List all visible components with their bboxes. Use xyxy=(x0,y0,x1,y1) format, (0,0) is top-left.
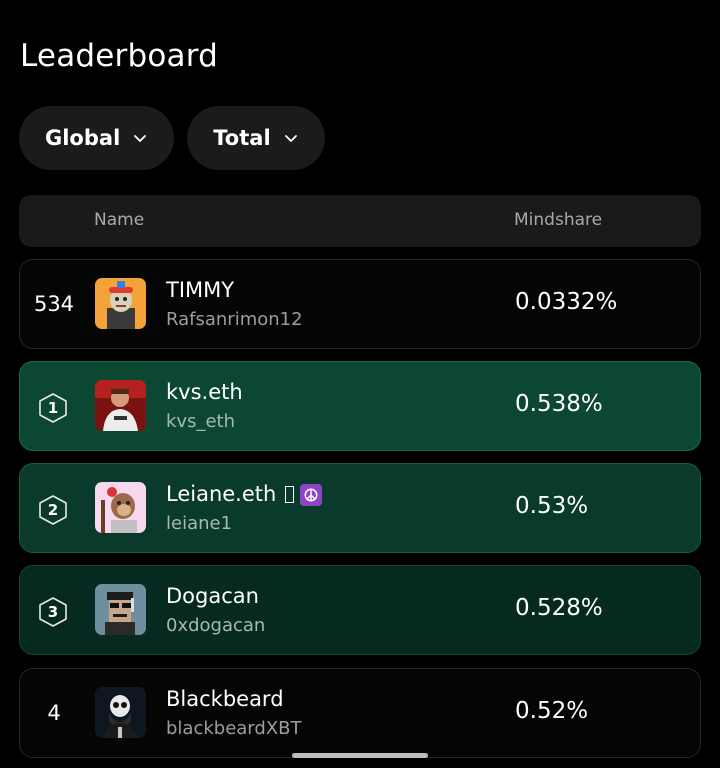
peace-icon xyxy=(300,484,323,506)
rank-badge: 1 xyxy=(37,392,69,424)
leaderboard-row[interactable]: 3 Dogacan 0xdogacan 0.528% xyxy=(19,565,701,655)
rank-badge: 2 xyxy=(37,494,69,526)
rank-number: 2 xyxy=(47,501,59,519)
mindshare-value: 0.53% xyxy=(515,493,589,519)
user-handle: kvs_eth xyxy=(166,411,235,432)
period-filter-dropdown[interactable]: Total xyxy=(187,106,325,170)
user-handle: blackbeardXBT xyxy=(166,718,302,739)
mindshare-value: 0.528% xyxy=(515,595,603,621)
avatar[interactable] xyxy=(95,584,146,635)
user-name: kvs.eth xyxy=(166,380,243,404)
avatar[interactable] xyxy=(95,380,146,431)
current-user-row[interactable]: 534 TIMMY Rafsanrimon12 0.0332% xyxy=(19,259,701,349)
filter-bar: Global Total xyxy=(19,106,325,170)
page-title: Leaderboard xyxy=(20,38,219,74)
rank-number: 3 xyxy=(47,603,59,621)
user-handle: 0xdogacan xyxy=(166,615,266,636)
unknown-glyph-icon xyxy=(285,486,295,503)
mindshare-value: 0.538% xyxy=(515,391,603,417)
leaderboard-row[interactable]: 4 Blackbeard blackbeardXBT 0.52% xyxy=(19,668,701,758)
rank-number: 4 xyxy=(47,701,61,725)
leaderboard-row[interactable]: 2 Leiane.eth leiane1 0.53% xyxy=(19,463,701,553)
avatar[interactable] xyxy=(95,278,146,329)
user-name: Leiane.eth xyxy=(166,482,323,506)
region-filter-label: Global xyxy=(45,126,121,150)
user-name: Dogacan xyxy=(166,584,259,608)
user-name: TIMMY xyxy=(166,278,235,302)
user-handle: Rafsanrimon12 xyxy=(166,309,303,330)
user-name: Blackbeard xyxy=(166,687,284,711)
mindshare-value: 0.52% xyxy=(515,698,589,724)
chevron-down-icon xyxy=(283,130,299,146)
rank-number: 534 xyxy=(33,292,75,316)
chevron-down-icon xyxy=(132,130,148,146)
mindshare-column-header: Mindshare xyxy=(514,210,603,230)
name-column-header: Name xyxy=(94,210,145,230)
mindshare-value: 0.0332% xyxy=(515,289,618,315)
leaderboard-row[interactable]: 1 kvs.eth kvs_eth 0.538% xyxy=(19,361,701,451)
rank-badge: 3 xyxy=(37,596,69,628)
home-indicator[interactable] xyxy=(292,753,428,758)
table-header: Name Mindshare xyxy=(19,195,701,247)
rank-number: 1 xyxy=(47,399,59,417)
user-name-text: Leiane.eth xyxy=(166,482,277,506)
user-handle: leiane1 xyxy=(166,513,233,534)
avatar[interactable] xyxy=(95,482,146,533)
period-filter-label: Total xyxy=(213,126,271,150)
region-filter-dropdown[interactable]: Global xyxy=(19,106,175,170)
avatar[interactable] xyxy=(95,687,146,738)
